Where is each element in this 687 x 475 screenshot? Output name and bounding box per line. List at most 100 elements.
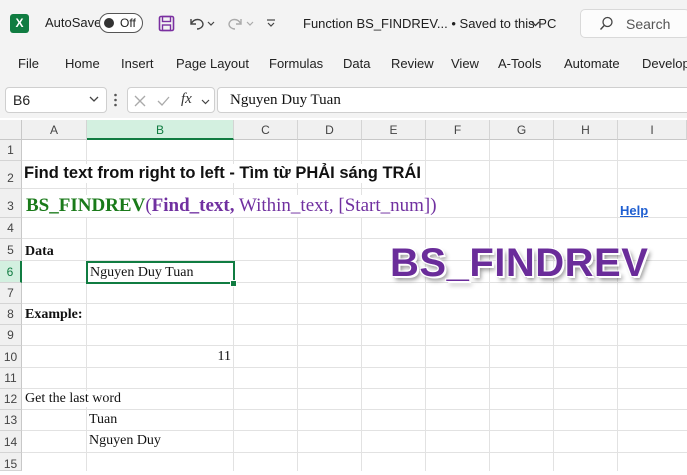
gridline	[22, 324, 687, 325]
gridline	[22, 452, 687, 453]
gridline	[22, 367, 687, 368]
function-name: BS_FINDREV	[26, 195, 146, 216]
argument-within-text: Within_text,	[234, 195, 334, 216]
row-header-13[interactable]: 13	[0, 410, 22, 431]
gridline	[22, 188, 687, 189]
gridline	[22, 238, 687, 239]
close-paren: )	[430, 195, 437, 216]
column-header-b[interactable]: B	[87, 120, 234, 140]
gridline	[22, 303, 687, 304]
tab-page-layout[interactable]: Page Layout	[176, 56, 249, 71]
column-header-i[interactable]: I	[618, 120, 687, 140]
row-header-1[interactable]: 1	[0, 140, 22, 161]
data-label[interactable]: Data	[25, 244, 54, 260]
column-header-e[interactable]: E	[362, 120, 426, 140]
formula-input[interactable]: Nguyen Duy Tuan	[217, 87, 687, 113]
search-placeholder: Search	[626, 16, 671, 32]
autosave-toggle[interactable]: Off	[99, 13, 143, 33]
autosave-label: AutoSave	[45, 15, 102, 30]
argument-start-num: [Start_num]	[333, 195, 431, 216]
tab-a-tools[interactable]: A-Tools	[498, 56, 541, 71]
remainder-result[interactable]: Nguyen Duy	[89, 433, 161, 449]
column-header-f[interactable]: F	[426, 120, 490, 140]
tab-home[interactable]: Home	[65, 56, 100, 71]
gridline	[22, 160, 687, 161]
search-icon	[599, 16, 613, 30]
toggle-state: Off	[120, 16, 136, 30]
argument-find-text: Find_text,	[151, 195, 235, 216]
row-header-10[interactable]: 10	[0, 346, 22, 368]
last-word-result[interactable]: Tuan	[89, 412, 117, 428]
gridline	[22, 217, 687, 218]
chevron-down-icon[interactable]	[200, 96, 211, 107]
result-value[interactable]: 11	[87, 349, 231, 365]
customize-toolbar-icon[interactable]	[263, 12, 279, 34]
row-header-12[interactable]: 12	[0, 389, 22, 410]
help-link[interactable]: Help	[620, 203, 648, 218]
heading-text[interactable]: Find text from right to left - Tìm từ PH…	[24, 164, 425, 183]
cancel-icon[interactable]	[133, 94, 147, 108]
gridline	[86, 140, 87, 471]
row-header-4[interactable]: 4	[0, 218, 22, 239]
gridline	[22, 388, 687, 389]
column-header-g[interactable]: G	[490, 120, 554, 140]
tab-review[interactable]: Review	[391, 56, 434, 71]
worksheet-grid[interactable]: A B C D E F G H I 1 2 3 4 5 6 7 8 9 10 1…	[0, 120, 687, 471]
gridline	[297, 140, 298, 471]
select-all-corner[interactable]	[0, 120, 22, 140]
gridline	[553, 140, 554, 471]
column-header-a[interactable]: A	[22, 120, 87, 140]
document-title[interactable]: Function BS_FINDREV... • Saved to this P…	[303, 16, 556, 31]
title-bar: X AutoSave Off Function BS_FINDREV... • …	[0, 0, 687, 46]
name-box[interactable]: B6	[5, 87, 107, 113]
row-header-11[interactable]: 11	[0, 368, 22, 389]
undo-icon[interactable]	[186, 12, 216, 34]
bs-findrev-banner[interactable]: BS_FINDREV	[390, 241, 648, 286]
tab-view[interactable]: View	[451, 56, 479, 71]
row-header-6[interactable]: 6	[0, 261, 22, 283]
row-header-15[interactable]: 15	[0, 453, 22, 471]
tab-insert[interactable]: Insert	[121, 56, 154, 71]
excel-logo-icon: X	[10, 14, 29, 33]
redo-icon[interactable]	[224, 12, 256, 34]
name-box-value: B6	[13, 92, 31, 108]
gridline	[22, 345, 687, 346]
column-header-c[interactable]: C	[234, 120, 298, 140]
toggle-knob	[104, 18, 114, 28]
data-value: Nguyen Duy Tuan	[90, 265, 194, 280]
row-header-9[interactable]: 9	[0, 325, 22, 346]
fill-handle[interactable]	[230, 280, 237, 287]
search-box[interactable]: Search	[580, 9, 687, 38]
gridline	[617, 140, 618, 471]
tab-developer[interactable]: Develop	[642, 56, 687, 71]
last-word-label[interactable]: Get the last word	[25, 391, 125, 407]
row-header-14[interactable]: 14	[0, 431, 22, 453]
chevron-down-icon[interactable]	[528, 12, 542, 34]
tab-file[interactable]: File	[18, 56, 39, 71]
row-header-2[interactable]: 2	[0, 161, 22, 189]
row-header-5[interactable]: 5	[0, 239, 22, 261]
ribbon-tabs: File Home Insert Page Layout Formulas Da…	[0, 46, 687, 80]
gridline	[22, 409, 687, 410]
tab-automate[interactable]: Automate	[564, 56, 620, 71]
row-header-3[interactable]: 3	[0, 189, 22, 218]
row-header-8[interactable]: 8	[0, 304, 22, 325]
example-label[interactable]: Example:	[25, 307, 83, 323]
column-header-h[interactable]: H	[554, 120, 618, 140]
selected-cell-b6[interactable]: Nguyen Duy Tuan	[86, 261, 235, 284]
more-options-icon[interactable]	[113, 92, 118, 113]
chevron-down-icon[interactable]	[88, 93, 100, 105]
insert-function-button[interactable]: fx	[181, 91, 192, 108]
column-header-d[interactable]: D	[298, 120, 362, 140]
formula-bar: B6 fx Nguyen Duy Tuan	[0, 80, 687, 118]
function-syntax[interactable]: BS_FINDREV(Find_text, Within_text, [Star…	[26, 195, 441, 217]
tab-formulas[interactable]: Formulas	[269, 56, 323, 71]
row-header-7[interactable]: 7	[0, 283, 22, 304]
gridline	[22, 430, 687, 431]
save-icon[interactable]	[156, 12, 176, 34]
formula-controls: fx	[127, 87, 215, 113]
tab-data[interactable]: Data	[343, 56, 370, 71]
gridline	[489, 140, 490, 471]
gridline	[425, 140, 426, 471]
enter-check-icon[interactable]	[156, 94, 171, 108]
